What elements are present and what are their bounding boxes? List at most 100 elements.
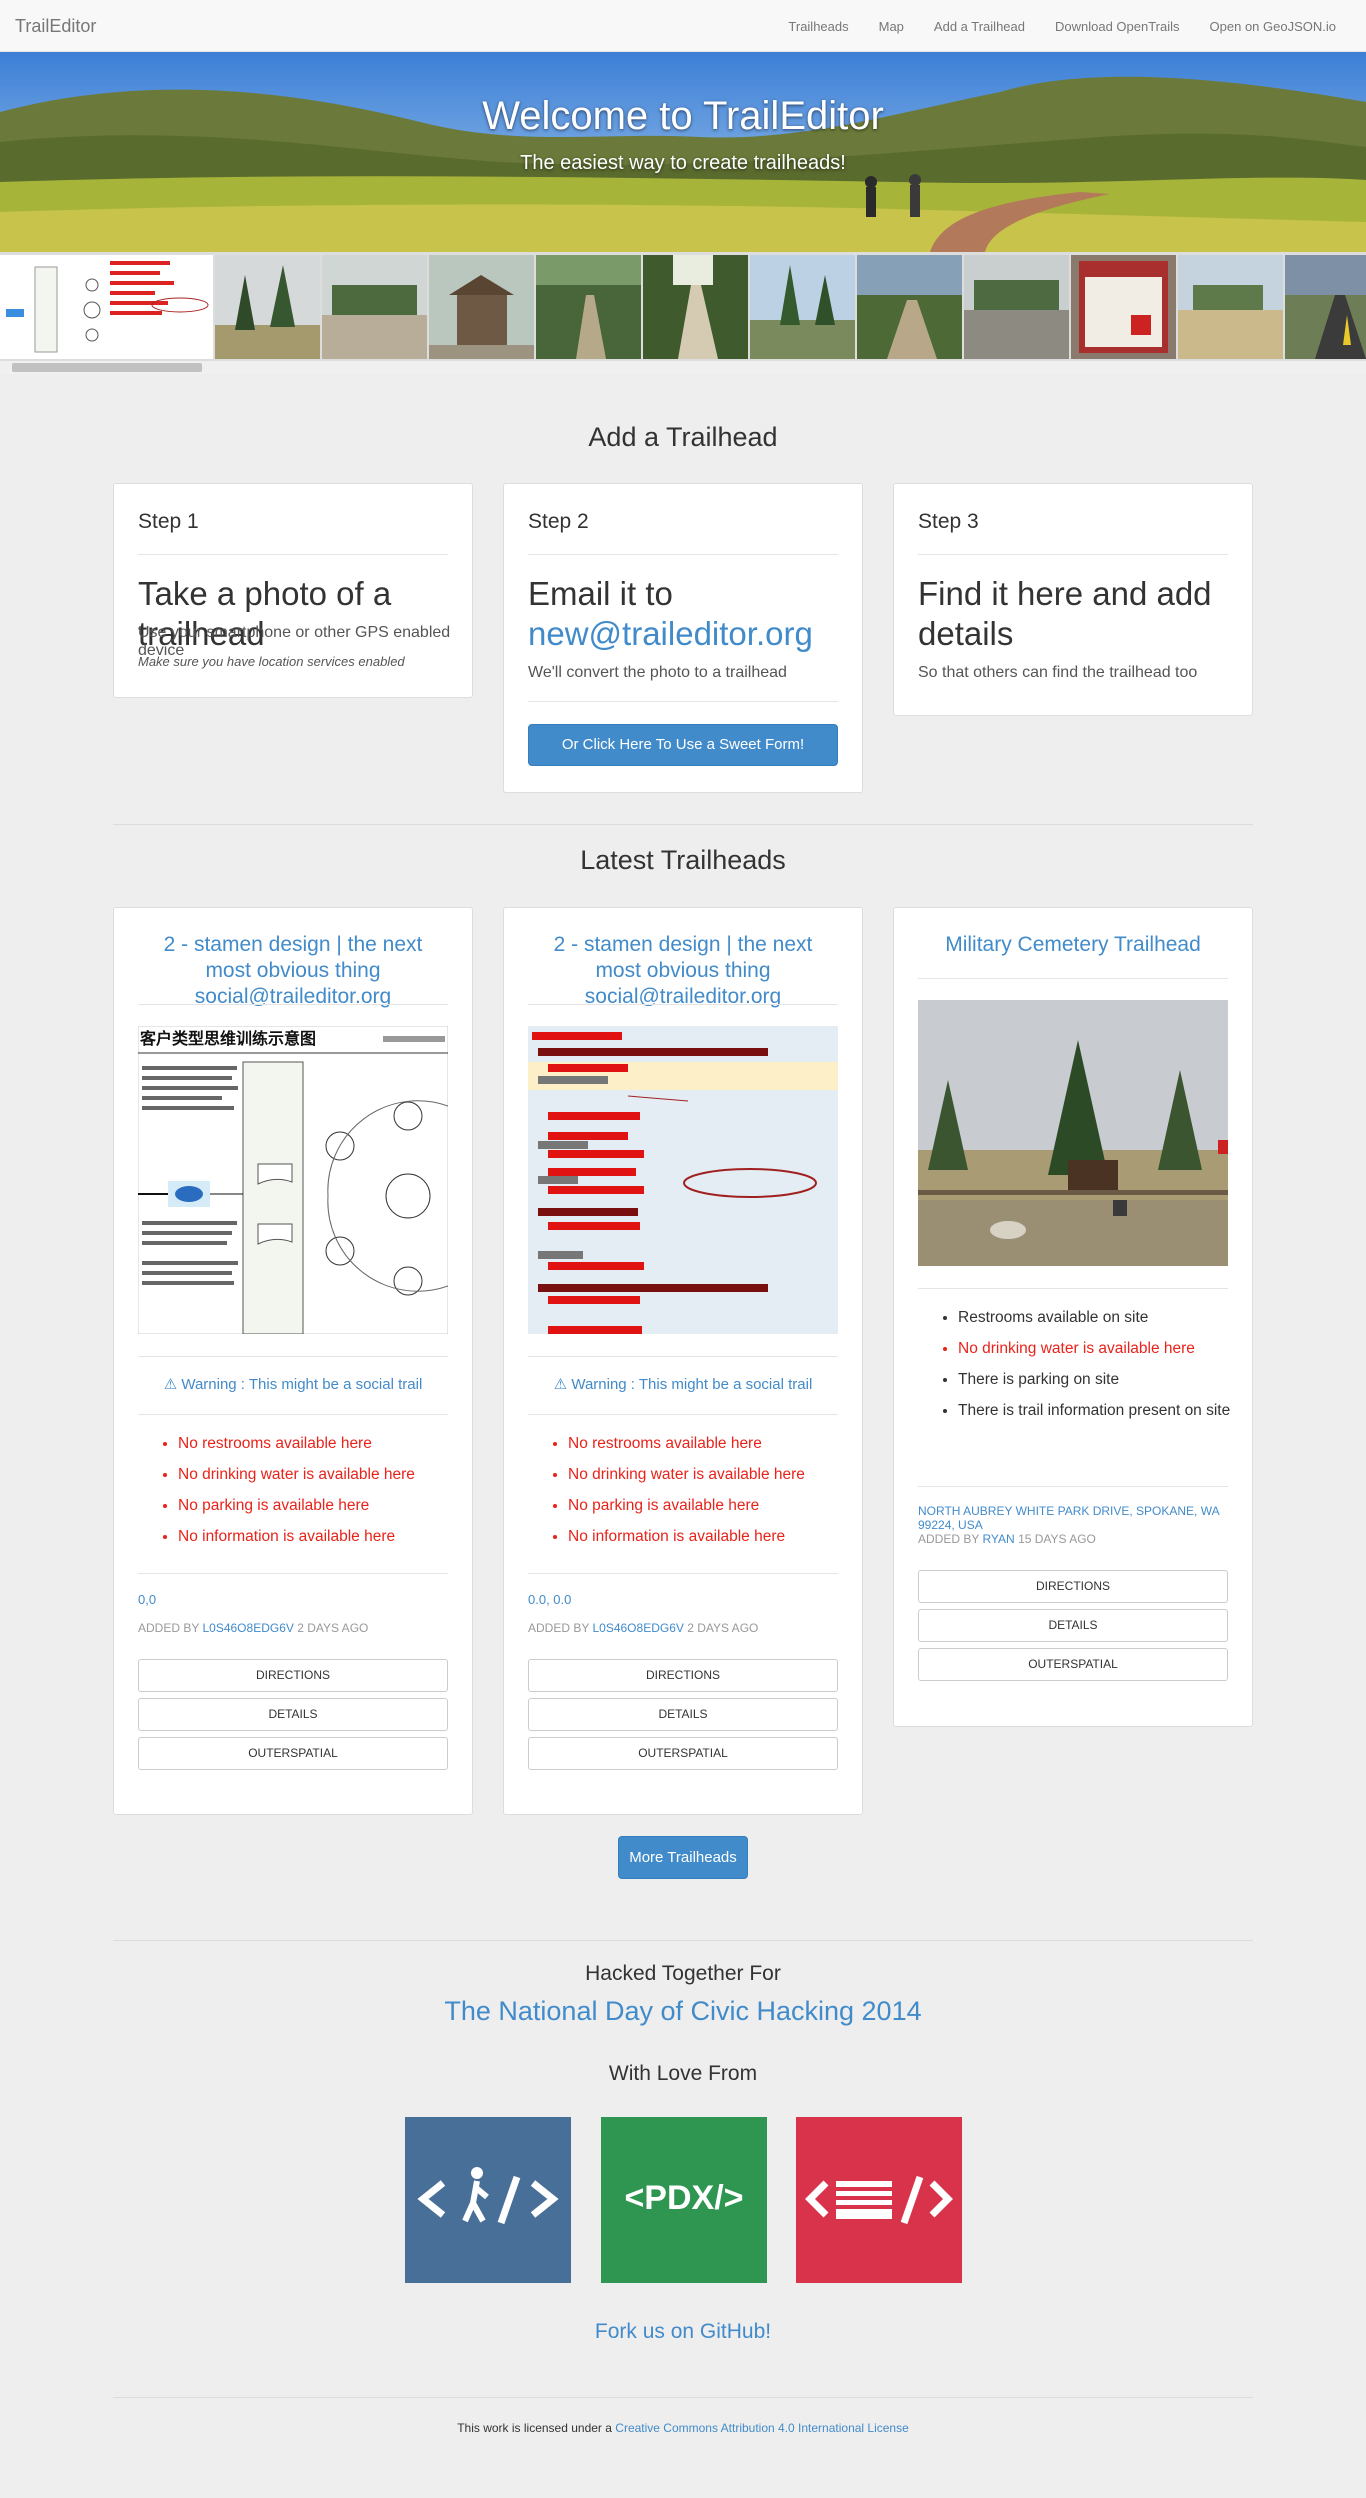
outerspatial-button[interactable]: OUTERSPATIAL — [918, 1648, 1228, 1681]
amenities-list: No restrooms available here No drinking … — [178, 1428, 462, 1552]
step-3-description: So that others can find the trailhead to… — [918, 664, 1198, 681]
social-trail-warning: ⚠ Warning : This might be a social trail — [528, 1375, 838, 1393]
section-divider — [113, 1940, 1253, 1941]
strip-scrollbar-thumb[interactable] — [12, 363, 202, 372]
added-by-line: ADDED BY L0S46O8EDG6V 2 DAYS AGO — [138, 1621, 368, 1635]
added-when: 2 DAYS AGO — [687, 1621, 759, 1635]
step-3-card: Step 3 Find it here and add details So t… — [893, 483, 1253, 716]
amenity-restrooms: No restrooms available here — [568, 1428, 852, 1459]
warning-text: Warning : This might be a social trail — [181, 1376, 423, 1393]
trailhead-title-link[interactable]: 2 - stamen design | the next most obviou… — [528, 932, 838, 1010]
strip-scrollbar[interactable] — [0, 360, 1366, 374]
with-love-heading: With Love From — [608, 2062, 758, 2085]
details-button[interactable]: DETAILS — [918, 1609, 1228, 1642]
added-by-user-link[interactable]: L0S46O8EDG6V — [592, 1621, 683, 1635]
divider — [138, 1573, 448, 1574]
details-button[interactable]: DETAILS — [528, 1698, 838, 1731]
outerspatial-button[interactable]: OUTERSPATIAL — [528, 1737, 838, 1770]
step-2-title: Email it to new@traileditor.org — [528, 574, 842, 654]
thumb-forest-path[interactable] — [536, 255, 641, 359]
pdx-logo-text: <PDX/> — [624, 2179, 743, 2217]
added-by-line: ADDED BY L0S46O8EDG6V 2 DAYS AGO — [528, 1621, 758, 1635]
added-by-line: ADDED BY RYAN 15 DAYS AGO — [918, 1532, 1096, 1546]
trailhead-photo-chat[interactable] — [528, 1026, 838, 1334]
nav-link-add-trailhead[interactable]: Add a Trailhead — [934, 19, 1025, 34]
license-prefix: This work is licensed under a — [457, 2421, 612, 2435]
directions-button[interactable]: DIRECTIONS — [528, 1659, 838, 1692]
divider — [528, 1356, 838, 1357]
nav-link-trailheads[interactable]: Trailheads — [788, 19, 848, 34]
added-when: 2 DAYS AGO — [297, 1621, 369, 1635]
hero-banner: Welcome to TrailEditor The easiest way t… — [0, 52, 1366, 252]
hero-subtitle: The easiest way to create trailheads! — [520, 152, 846, 174]
directions-button[interactable]: DIRECTIONS — [918, 1570, 1228, 1603]
nav-links: Trailheads Map Add a Trailhead Download … — [788, 0, 1336, 52]
nav-link-map[interactable]: Map — [879, 19, 904, 34]
thumb-sign-board[interactable] — [1071, 255, 1176, 359]
added-prefix: ADDED BY — [138, 1621, 200, 1635]
brand-link[interactable]: TrailEditor — [15, 16, 96, 37]
thumb-parking[interactable] — [964, 255, 1069, 359]
amenity-restrooms: No restrooms available here — [178, 1428, 462, 1459]
address-link[interactable]: NORTH AUBREY WHITE PARK DRIVE, SPOKANE, … — [918, 1504, 1252, 1532]
directions-button[interactable]: DIRECTIONS — [138, 1659, 448, 1692]
thumb-bright-path[interactable] — [643, 255, 748, 359]
step-2-description: We'll convert the photo to a trailhead — [528, 664, 787, 681]
license-link[interactable]: Creative Commons Attribution 4.0 Interna… — [615, 2421, 909, 2435]
nav-link-geojson[interactable]: Open on GeoJSON.io — [1210, 19, 1336, 34]
outerspatial-button[interactable]: OUTERSPATIAL — [138, 1737, 448, 1770]
step-1-label: Step 1 — [138, 510, 199, 533]
step-2-card: Step 2 Email it to new@traileditor.org W… — [503, 483, 863, 793]
latest-trailheads-heading: Latest Trailheads — [580, 845, 786, 875]
thumb-road[interactable] — [1285, 255, 1366, 359]
sweet-form-button[interactable]: Or Click Here To Use a Sweet Form! — [528, 724, 838, 766]
navbar: TrailEditor Trailheads Map Add a Trailhe… — [0, 0, 1366, 52]
amenities-list: Restrooms available on site No drinking … — [958, 1302, 1242, 1426]
code-for-america-flag-logo[interactable] — [796, 2117, 962, 2283]
warning-icon: ⚠ — [553, 1376, 568, 1393]
more-trailheads-button[interactable]: More Trailheads — [618, 1836, 748, 1879]
added-when: 15 DAYS AGO — [1018, 1532, 1096, 1546]
thumb-dirt-road[interactable] — [857, 255, 962, 359]
amenity-water: No drinking water is available here — [958, 1333, 1242, 1364]
step-2-title-prefix: Email it to — [528, 575, 673, 612]
step-2-label: Step 2 — [528, 510, 589, 533]
section-divider — [113, 2397, 1253, 2398]
step-3-label: Step 3 — [918, 510, 979, 533]
thumb-trees-2[interactable] — [750, 255, 855, 359]
divider — [138, 1356, 448, 1357]
email-link[interactable]: new@traileditor.org — [528, 615, 813, 652]
added-by-user-link[interactable]: RYAN — [982, 1532, 1014, 1546]
added-by-user-link[interactable]: L0S46O8EDG6V — [202, 1621, 293, 1635]
amenity-restrooms: Restrooms available on site — [958, 1302, 1242, 1333]
thumb-trees-1[interactable] — [215, 255, 320, 359]
nav-link-download-opentrails[interactable]: Download OpenTrails — [1055, 19, 1180, 34]
details-button[interactable]: DETAILS — [138, 1698, 448, 1731]
thumb-meadow[interactable] — [1178, 255, 1283, 359]
divider — [918, 1486, 1228, 1487]
warning-icon: ⚠ — [163, 1376, 178, 1393]
fork-github-link[interactable]: Fork us on GitHub! — [0, 2320, 1366, 2344]
hacked-together-heading: Hacked Together For — [585, 1962, 781, 1985]
thumb-diagram[interactable] — [0, 255, 213, 359]
trailhead-card: 2 - stamen design | the next most obviou… — [503, 907, 863, 1815]
amenity-water: No drinking water is available here — [178, 1459, 462, 1490]
photo-heading-text: 客户类型思维训练示意图 — [140, 1029, 316, 1048]
code-for-pdx-logo[interactable]: <PDX/> — [601, 2117, 767, 2283]
amenity-information: No information is available here — [178, 1521, 462, 1552]
trailhead-card: Military Cemetery Trailhead Restrooms av… — [893, 907, 1253, 1727]
trailhead-photo-diagram[interactable]: 客户类型思维训练示意图 — [138, 1026, 448, 1334]
coordinates-link[interactable]: 0,0 — [138, 1592, 156, 1607]
thumb-gravel-lot[interactable] — [322, 255, 427, 359]
coordinates-link[interactable]: 0.0, 0.0 — [528, 1592, 571, 1607]
thumb-gate[interactable] — [429, 255, 534, 359]
trailhead-title-link[interactable]: Military Cemetery Trailhead — [918, 932, 1228, 958]
amenity-water: No drinking water is available here — [568, 1459, 852, 1490]
civic-hacking-link[interactable]: The National Day of Civic Hacking 2014 — [0, 1996, 1366, 2027]
trailhead-title-link[interactable]: 2 - stamen design | the next most obviou… — [138, 932, 448, 1010]
photo-strip[interactable] — [0, 252, 1366, 360]
trailhead-photo-cemetery[interactable] — [918, 1000, 1228, 1266]
divider — [918, 1288, 1228, 1289]
code-for-america-hiker-logo[interactable] — [405, 2117, 571, 2283]
step-3-title: Find it here and add details — [918, 575, 1212, 652]
